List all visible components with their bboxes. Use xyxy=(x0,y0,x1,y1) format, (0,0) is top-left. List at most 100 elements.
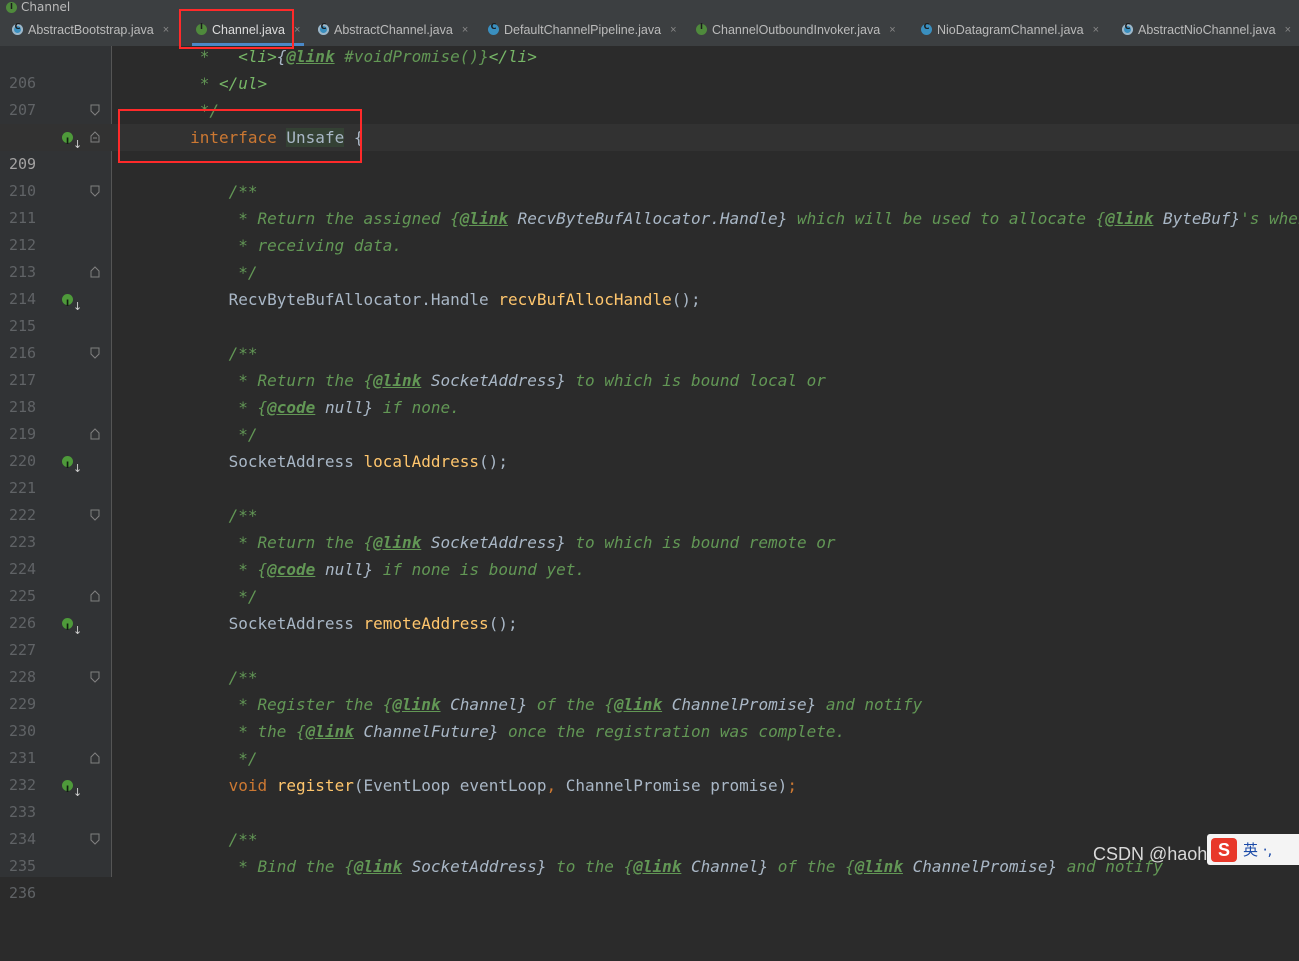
fold-toggle-icon[interactable] xyxy=(90,509,100,521)
code-line[interactable]: 221 ↓ SocketAddress localAddress(); xyxy=(0,448,1299,497)
fold-end-icon[interactable] xyxy=(90,266,100,278)
code-text: * {@code null} if none. xyxy=(113,398,460,417)
code-text: /** xyxy=(113,344,258,363)
code-text: * Register the {@link Channel} of the {@… xyxy=(113,695,923,714)
abstract-class-icon xyxy=(12,22,23,35)
code-line[interactable]: 220 */ xyxy=(0,421,1299,470)
fold-end-icon[interactable] xyxy=(90,104,100,116)
code-text: SocketAddress localAddress(); xyxy=(228,452,508,471)
code-line[interactable]: 230 * Register the {@link Channel} of th… xyxy=(0,691,1299,740)
code-text: * receiving data. xyxy=(113,236,402,255)
line-number: 236 xyxy=(9,884,37,902)
fold-toggle-icon[interactable] xyxy=(90,671,100,683)
code-line[interactable]: 222 xyxy=(0,475,1299,524)
tab-default-channel-pipeline[interactable]: DefaultChannelPipeline.java × xyxy=(488,14,677,45)
code-line[interactable]: 226 */ xyxy=(0,583,1299,632)
abstract-class-icon xyxy=(318,22,329,35)
fold-toggle-icon[interactable] xyxy=(90,185,100,197)
code-line[interactable]: 207 * </ul> xyxy=(0,70,1299,119)
code-text: * the {@link ChannelFuture} once the reg… xyxy=(113,722,846,741)
annotation-box-channel-tab xyxy=(179,9,294,49)
tab-abstract-nio-channel[interactable]: AbstractNioChannel.java × xyxy=(1122,14,1291,45)
code-text: void register(EventLoop eventLoop, Chann… xyxy=(228,776,797,795)
code-line[interactable]: 228 xyxy=(0,637,1299,686)
code-text: SocketAddress remoteAddress(); xyxy=(228,614,518,633)
ime-mode-label: 英 ·, xyxy=(1243,841,1273,859)
code-text: * {@code null} if none is bound yet. xyxy=(113,560,586,579)
breadcrumb-label: Channel xyxy=(21,0,71,14)
code-line[interactable]: 211 /** xyxy=(0,178,1299,227)
close-icon[interactable]: × xyxy=(1093,24,1099,36)
code-line[interactable]: 218 * Return the {@link SocketAddress} t… xyxy=(0,367,1299,416)
close-icon[interactable]: × xyxy=(889,24,895,36)
code-text: */ xyxy=(113,263,258,282)
code-line[interactable]: 231 * the {@link ChannelFuture} once the… xyxy=(0,718,1299,767)
code-line[interactable]: 213 * receiving data. xyxy=(0,232,1299,281)
tab-label: NioDatagramChannel.java xyxy=(937,22,1084,37)
code-text: */ xyxy=(113,749,258,768)
implemented-method-icon[interactable]: ↓ xyxy=(62,291,82,318)
close-icon[interactable]: × xyxy=(163,24,169,36)
fold-toggle-icon[interactable] xyxy=(90,131,100,143)
interface-icon xyxy=(6,0,17,14)
interface-icon xyxy=(696,22,707,35)
code-line[interactable]: 215 ↓ RecvByteBufAllocator.Handle recvBu… xyxy=(0,286,1299,335)
close-icon[interactable]: × xyxy=(670,24,676,36)
tab-nio-datagram-channel[interactable]: NioDatagramChannel.java × xyxy=(921,14,1099,45)
code-text: * <li>{@link #voidPromise()}</li> xyxy=(113,47,537,66)
fold-end-icon[interactable] xyxy=(90,590,100,602)
code-line[interactable]: 227 ↓ SocketAddress remoteAddress(); xyxy=(0,610,1299,659)
code-text: * Return the {@link SocketAddress} to wh… xyxy=(113,533,836,552)
implemented-method-icon[interactable]: ↓ xyxy=(62,453,82,480)
ime-logo-icon: S xyxy=(1211,837,1237,862)
close-icon[interactable]: × xyxy=(294,24,300,36)
close-icon[interactable]: × xyxy=(1285,24,1291,36)
fold-end-icon[interactable] xyxy=(90,428,100,440)
tab-label: AbstractNioChannel.java xyxy=(1138,22,1276,37)
fold-toggle-icon[interactable] xyxy=(90,833,100,845)
code-editor[interactable]: 206 * <li>{@link #voidPromise()}</li> 20… xyxy=(0,46,1299,902)
code-text: /** xyxy=(113,830,258,849)
code-text: */ xyxy=(113,425,258,444)
fold-toggle-icon[interactable] xyxy=(90,347,100,359)
code-text: /** xyxy=(113,506,258,525)
close-icon[interactable]: × xyxy=(462,24,468,36)
code-line[interactable]: 234 xyxy=(0,799,1299,848)
code-text: /** xyxy=(113,182,258,201)
class-icon xyxy=(921,22,932,35)
code-line[interactable]: 216 xyxy=(0,313,1299,362)
tab-channel-outbound-invoker[interactable]: ChannelOutboundInvoker.java × xyxy=(696,14,896,45)
tab-label: AbstractBootstrap.java xyxy=(28,22,154,37)
code-text: * Return the {@link SocketAddress} to wh… xyxy=(113,371,826,390)
fold-end-icon[interactable] xyxy=(90,752,100,764)
code-line[interactable]: 224 * Return the {@link SocketAddress} t… xyxy=(0,529,1299,578)
code-line[interactable]: 223 /** xyxy=(0,502,1299,551)
code-line[interactable]: 229 /** xyxy=(0,664,1299,713)
tab-label: ChannelOutboundInvoker.java xyxy=(712,22,881,37)
code-line[interactable]: 212 * Return the assigned {@link RecvByt… xyxy=(0,205,1299,254)
code-line[interactable]: 232 */ xyxy=(0,745,1299,794)
code-text: * Bind the {@link SocketAddress} to the … xyxy=(113,857,1164,876)
code-text: RecvByteBufAllocator.Handle recvBufAlloc… xyxy=(228,290,701,309)
code-text: /** xyxy=(113,668,258,687)
tab-label: DefaultChannelPipeline.java xyxy=(504,22,662,37)
class-icon xyxy=(488,22,499,35)
ime-indicator[interactable]: S 英 ·, xyxy=(1207,834,1299,865)
implemented-method-icon[interactable]: ↓ xyxy=(62,615,82,642)
implemented-interface-icon[interactable]: ↓ xyxy=(62,129,82,156)
code-line[interactable]: 233 ↓ void register(EventLoop eventLoop,… xyxy=(0,772,1299,821)
tab-label: AbstractChannel.java xyxy=(334,22,453,37)
abstract-class-icon xyxy=(1122,22,1133,35)
code-text: */ xyxy=(113,587,258,606)
code-line[interactable]: 217 /** xyxy=(0,340,1299,389)
implemented-method-icon[interactable]: ↓ xyxy=(62,777,82,804)
tab-abstract-bootstrap[interactable]: AbstractBootstrap.java × xyxy=(12,14,169,45)
annotation-box-unsafe-interface xyxy=(118,109,362,163)
breadcrumb-item[interactable]: Channel xyxy=(6,0,70,14)
code-line[interactable]: 219 * {@code null} if none. xyxy=(0,394,1299,443)
code-text: * </ul> xyxy=(113,74,268,93)
code-text: * Return the assigned {@link RecvByteBuf… xyxy=(113,209,1299,228)
tab-abstract-channel[interactable]: AbstractChannel.java × xyxy=(318,14,468,45)
code-line[interactable]: 214 */ xyxy=(0,259,1299,308)
code-line[interactable]: 225 * {@code null} if none is bound yet. xyxy=(0,556,1299,605)
